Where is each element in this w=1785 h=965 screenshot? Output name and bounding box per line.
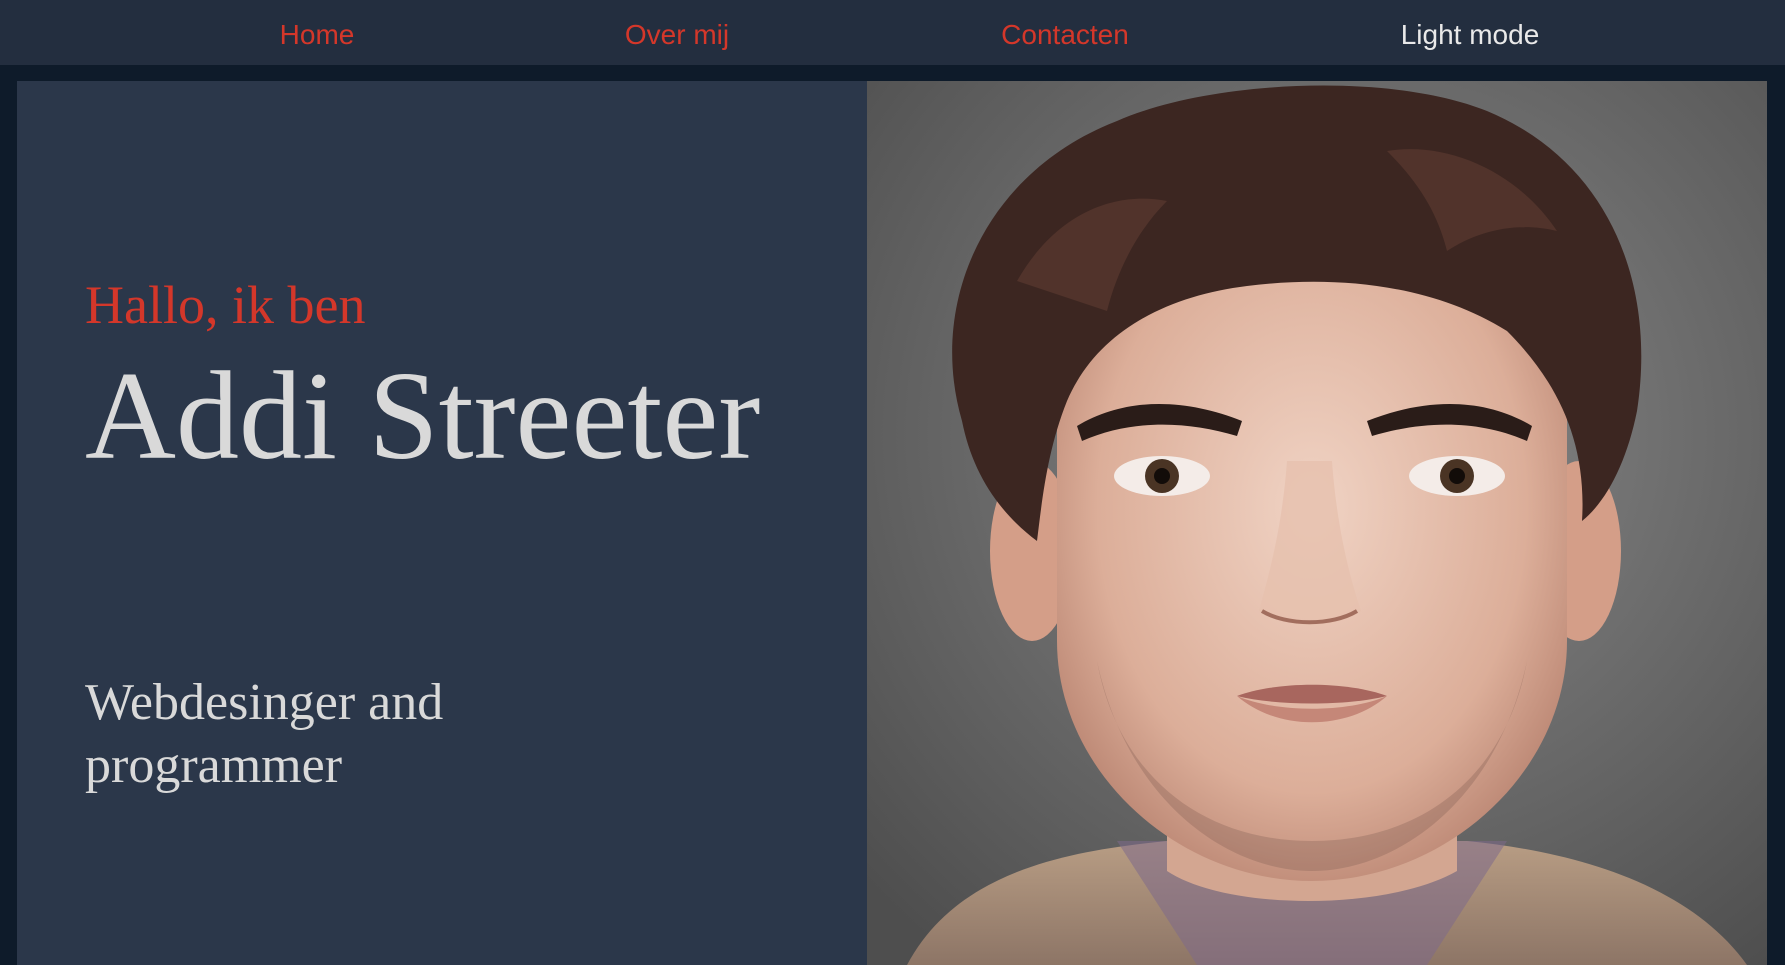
hero-name: Addi Streeter <box>85 347 761 486</box>
hero-greeting: Hallo, ik ben <box>85 275 366 335</box>
nav-link-contact[interactable]: Contacten <box>1001 18 1129 52</box>
nav-link-home[interactable]: Home <box>280 18 355 52</box>
profile-photo <box>867 81 1767 965</box>
light-mode-toggle[interactable]: Light mode <box>1401 18 1540 52</box>
hero-text-panel: Hallo, ik ben Addi Streeter Webdesinger … <box>17 81 867 965</box>
hero-tagline: Webdesinger and programmer <box>85 674 444 794</box>
top-nav: Home Over mij Contacten Light mode <box>0 0 1785 65</box>
nav-link-about[interactable]: Over mij <box>625 18 729 52</box>
